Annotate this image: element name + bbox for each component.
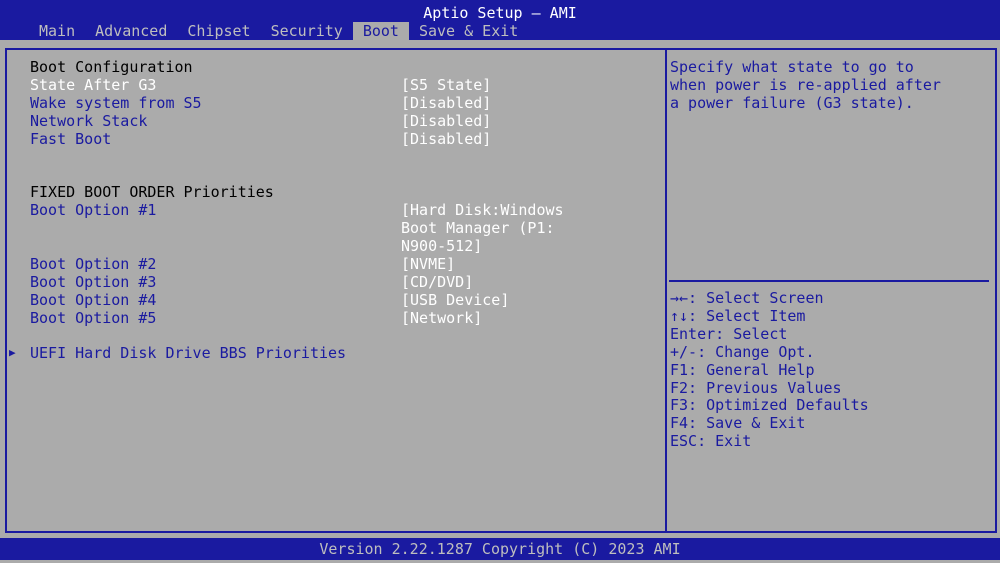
setting-boot-option-2[interactable]: Boot Option #2 [30,255,156,273]
setting-network-stack[interactable]: Network Stack [30,112,147,130]
key-hint-select-item: ↑↓: Select Item [670,306,806,325]
value-fast-boot[interactable]: [Disabled] [401,130,491,148]
tab-chipset[interactable]: Chipset [177,22,260,40]
setting-wake-system-from-s5[interactable]: Wake system from S5 [30,94,202,112]
setting-boot-option-1[interactable]: Boot Option #1 [30,201,156,219]
version-copyright: Version 2.22.1287 Copyright (C) 2023 AMI [319,540,681,558]
tab-boot[interactable]: Boot [352,22,409,40]
value-boot-option-4[interactable]: [USB Device] [401,291,509,309]
tab-bar: Main Advanced Chipset Security Boot Save… [29,22,528,40]
setting-boot-option-3[interactable]: Boot Option #3 [30,273,156,291]
value-boot-option-3[interactable]: [CD/DVD] [401,273,473,291]
key-hint-general-help: F1: General Help [670,360,815,379]
section-title-boot-priorities: FIXED BOOT ORDER Priorities [30,183,274,201]
section-title-boot-configuration: Boot Configuration [30,58,193,76]
value-state-after-g3[interactable]: [S5 State] [401,76,491,94]
key-hint-esc-exit: ESC: Exit [670,432,752,451]
setting-boot-option-5[interactable]: Boot Option #5 [30,309,156,327]
key-hint-optimized-defaults: F3: Optimized Defaults [670,396,869,415]
key-hint-change-opt: +/-: Change Opt. [670,342,815,361]
value-boot-option-2[interactable]: [NVME] [401,255,455,273]
help-description: Specify what state to go to when power i… [670,58,941,112]
key-hint-enter: Enter: Select [670,324,788,343]
submenu-arrow-icon: ▶ [9,346,16,359]
key-hint-previous-values: F2: Previous Values [670,378,842,397]
title-bar: Aptio Setup – AMI Main Advanced Chipset … [0,0,1000,40]
value-boot-option-1[interactable]: [Hard Disk:Windows Boot Manager (P1: N90… [401,201,564,255]
setting-state-after-g3[interactable]: State After G3 [30,76,156,94]
setting-fast-boot[interactable]: Fast Boot [30,130,111,148]
tab-main[interactable]: Main [29,22,85,40]
tab-advanced[interactable]: Advanced [85,22,177,40]
help-divider [669,280,989,282]
setting-boot-option-4[interactable]: Boot Option #4 [30,291,156,309]
value-wake-system-from-s5[interactable]: [Disabled] [401,94,491,112]
submenu-uefi-hdd-bbs-priorities[interactable]: UEFI Hard Disk Drive BBS Priorities [30,344,346,362]
key-legend: →←: Select Screen ↑↓: Select Item Enter:… [670,289,990,451]
tab-save-exit[interactable]: Save & Exit [409,22,528,40]
value-network-stack[interactable]: [Disabled] [401,112,491,130]
key-hint-select-screen: →←: Select Screen [670,289,824,307]
app-title: Aptio Setup – AMI [423,4,577,22]
value-boot-option-5[interactable]: [Network] [401,309,482,327]
key-hint-save-exit: F4: Save & Exit [670,414,806,433]
tab-security[interactable]: Security [261,22,353,40]
footer-bar: Version 2.22.1287 Copyright (C) 2023 AMI [0,538,1000,560]
